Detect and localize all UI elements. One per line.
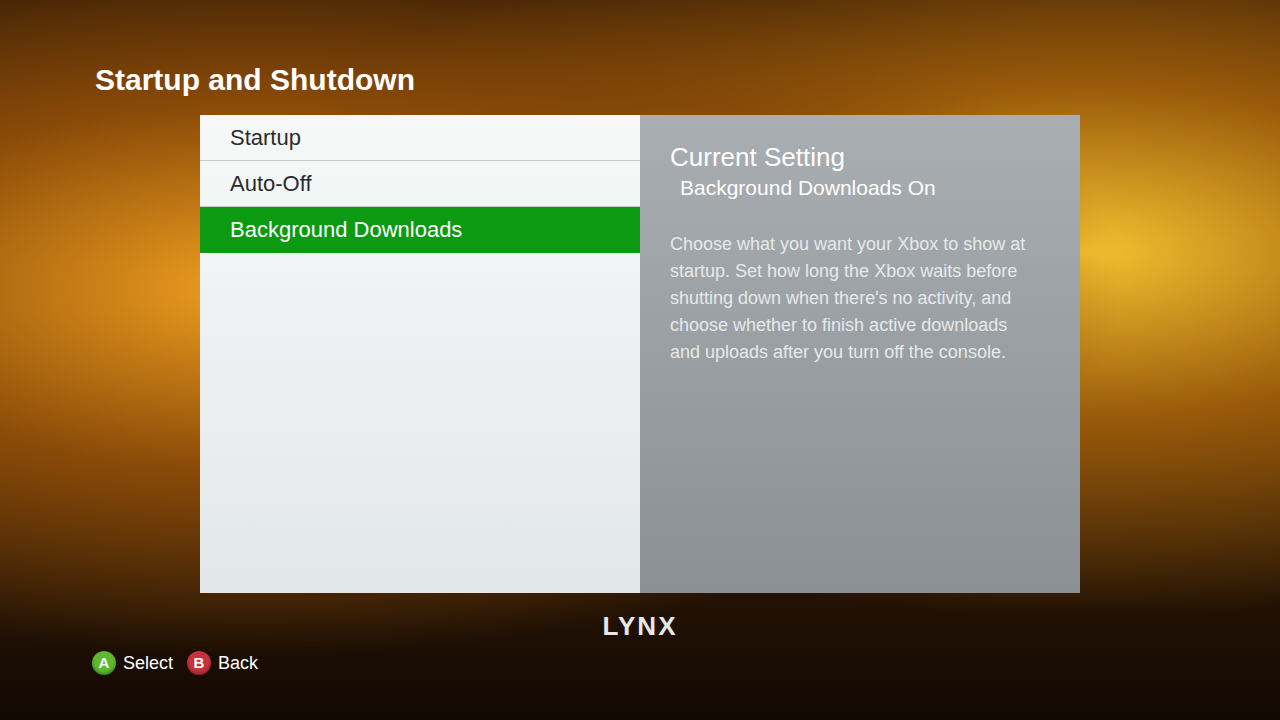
menu-item-label: Startup	[230, 124, 301, 152]
menu-list: Startup Auto-Off Background Downloads	[200, 115, 640, 593]
settings-panel: Startup Auto-Off Background Downloads Curre…	[200, 115, 1080, 593]
button-hint[interactable]: B Back	[187, 651, 258, 675]
menu-item[interactable]: Auto-Off	[200, 161, 640, 207]
button-hint-label: Select	[123, 651, 173, 675]
button-legend: A Select B Back	[92, 651, 1280, 675]
menu-item[interactable]: Background Downloads	[200, 207, 640, 253]
menu-item-label: Background Downloads	[230, 216, 462, 244]
screen-title: Startup and Shutdown	[0, 0, 1280, 98]
menu-item-label: Auto-Off	[230, 170, 312, 198]
menu-item[interactable]: Startup	[200, 115, 640, 161]
current-setting-value: Background Downloads On	[670, 173, 1050, 203]
brand-logo: LYNX	[603, 611, 678, 641]
controller-button-icon: A	[92, 651, 116, 675]
details-heading: Current Setting	[670, 141, 1050, 173]
details-panel: Current SettingBackground Downloads On Ch…	[640, 115, 1080, 593]
controller-button-icon: B	[187, 651, 211, 675]
details-description: Choose what you want your Xbox to show a…	[670, 231, 1050, 366]
xbox-dashboard: Startup and Shutdown Startup Auto-Off Backg…	[0, 0, 1280, 720]
button-hint[interactable]: A Select	[92, 651, 173, 675]
button-hint-label: Back	[218, 651, 258, 675]
